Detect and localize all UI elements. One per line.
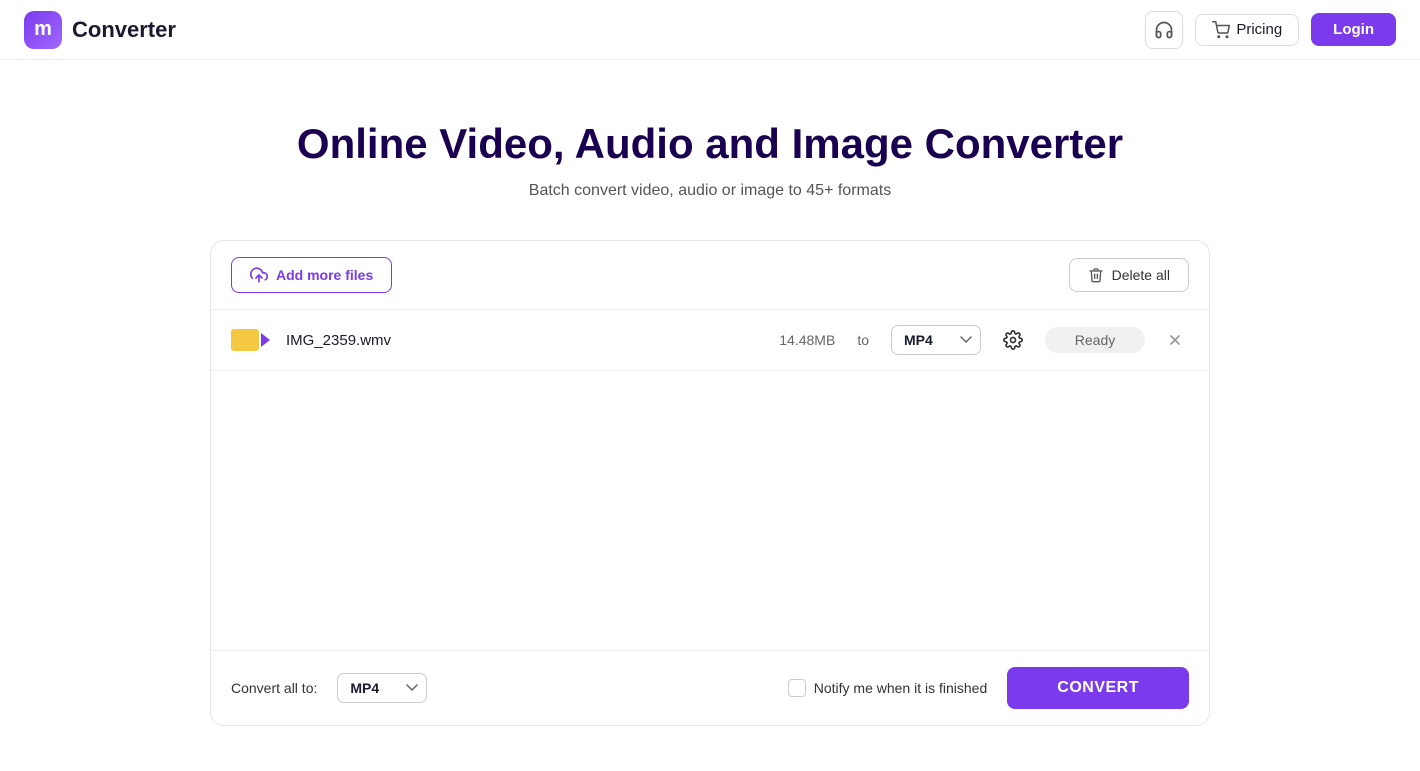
convert-all-select[interactable]: MP4 MKV AVI MOV WMV FLV WEBM MP3 AAC WAV… [337, 673, 427, 703]
remove-file-button[interactable] [1161, 326, 1189, 354]
file-list-area: IMG_2359.wmv 14.48MB to MP4 MKV AVI MOV … [211, 310, 1209, 650]
file-thumbnail [231, 329, 259, 351]
bottom-right: Notify me when it is finished CONVERT [788, 667, 1189, 709]
converter-toolbar: Add more files Delete all [211, 241, 1209, 310]
add-files-label: Add more files [276, 267, 373, 283]
upload-icon [250, 266, 268, 284]
file-name: IMG_2359.wmv [286, 332, 739, 349]
gear-icon [1003, 330, 1023, 350]
pricing-label: Pricing [1236, 21, 1282, 38]
logo-icon: m [24, 11, 62, 49]
delete-all-button[interactable]: Delete all [1069, 258, 1189, 292]
file-size: 14.48MB [755, 332, 835, 348]
login-button[interactable]: Login [1311, 13, 1396, 46]
cart-icon [1212, 21, 1230, 39]
notify-label: Notify me when it is finished [814, 680, 988, 696]
file-icon-wrap [231, 329, 270, 351]
converter-box: Add more files Delete all [210, 240, 1210, 726]
bottom-bar: Convert all to: MP4 MKV AVI MOV WMV FLV … [211, 650, 1209, 725]
headset-icon [1154, 20, 1174, 40]
convert-all-wrap: Convert all to: MP4 MKV AVI MOV WMV FLV … [231, 673, 427, 703]
format-select[interactable]: MP4 MKV AVI MOV WMV FLV WEBM MP3 AAC WAV… [891, 325, 981, 355]
notify-wrap: Notify me when it is finished [788, 679, 988, 697]
delete-all-label: Delete all [1112, 267, 1170, 283]
hero-title: Online Video, Audio and Image Converter [297, 120, 1123, 168]
to-label: to [857, 332, 869, 348]
trash-icon [1088, 267, 1104, 283]
convert-all-label: Convert all to: [231, 680, 317, 696]
play-icon [261, 333, 270, 347]
close-icon [1167, 332, 1183, 348]
table-row: IMG_2359.wmv 14.48MB to MP4 MKV AVI MOV … [211, 310, 1209, 371]
header-left: m Converter [24, 11, 176, 49]
convert-button[interactable]: CONVERT [1007, 667, 1189, 709]
support-button[interactable] [1145, 11, 1183, 49]
header: m Converter Pricing Login [0, 0, 1420, 60]
header-right: Pricing Login [1145, 11, 1396, 49]
app-title: Converter [72, 17, 176, 43]
hero-subtitle: Batch convert video, audio or image to 4… [529, 182, 891, 200]
main-content: Online Video, Audio and Image Converter … [0, 60, 1420, 746]
pricing-button[interactable]: Pricing [1195, 14, 1299, 46]
notify-checkbox[interactable] [788, 679, 806, 697]
settings-button[interactable] [997, 324, 1029, 356]
status-badge: Ready [1045, 327, 1145, 353]
add-files-button[interactable]: Add more files [231, 257, 392, 293]
